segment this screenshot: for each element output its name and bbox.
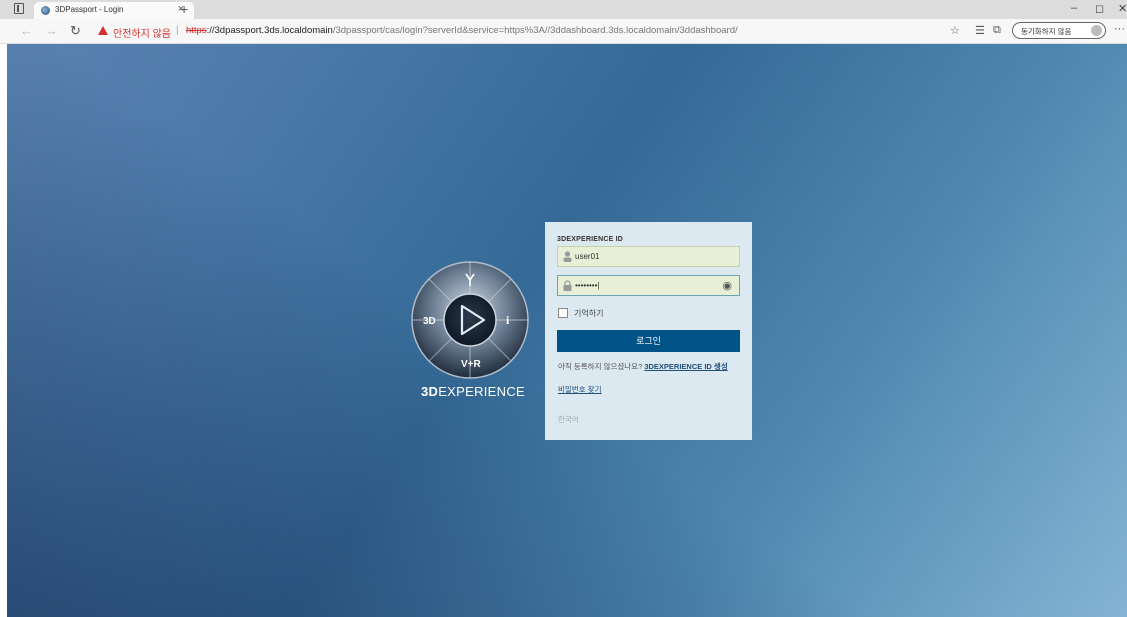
tab-title: 3DPassport - Login xyxy=(55,5,124,14)
favorites-add-icon[interactable]: ☆ xyxy=(950,24,960,37)
tab-actions-icon[interactable] xyxy=(14,3,24,14)
profile-sync-button[interactable]: 동기화하지 않음 xyxy=(1012,22,1106,39)
security-warning[interactable]: 안전하지 않음 xyxy=(113,25,171,40)
register-prompt: 아직 등록하지 않으셨나요? xyxy=(558,362,645,371)
url-host: ://3dpassport.3ds.localdomain xyxy=(206,25,333,36)
3dexperience-compass-icon: 3D i V+R xyxy=(411,261,529,379)
user-icon xyxy=(563,251,572,262)
minimize-button[interactable]: – xyxy=(1071,2,1077,14)
url-protocol: https xyxy=(186,25,207,36)
restore-button[interactable]: ◻ xyxy=(1095,2,1104,15)
lock-icon xyxy=(563,280,572,291)
remember-checkbox[interactable] xyxy=(558,308,568,318)
compass-3d-label: 3D xyxy=(423,316,436,327)
create-id-link[interactable]: 3DEXPERIENCE ID 생성 xyxy=(644,362,727,371)
wordmark-rest: EXPERIENCE xyxy=(438,384,526,399)
password-value: ••••••••| xyxy=(575,281,600,290)
password-field[interactable]: ••••••••| ◉ xyxy=(557,275,740,296)
forgot-password-link[interactable]: 비밀번호 찾기 xyxy=(558,384,601,395)
forward-icon[interactable]: → xyxy=(45,24,58,37)
login-button[interactable]: 로그인 xyxy=(557,330,740,352)
browser-tab[interactable]: 3DPassport - Login × xyxy=(34,2,194,19)
favorites-icon[interactable]: ☰ xyxy=(975,24,985,37)
3dexperience-wordmark: 3DEXPERIENCE xyxy=(413,384,533,399)
browser-tab-bar: 3DPassport - Login × + – ◻ ✕ xyxy=(0,0,1127,19)
username-field[interactable]: user01 xyxy=(557,246,740,267)
register-text: 아직 등록하지 않으셨나요? 3DEXPERIENCE ID 생성 xyxy=(558,361,746,372)
url-field[interactable]: https://3dpassport.3ds.localdomain/3dpas… xyxy=(186,25,738,36)
url-path: /3dpassport/cas/login?serverId&service=h… xyxy=(332,25,738,36)
close-window-button[interactable]: ✕ xyxy=(1118,2,1127,15)
warning-triangle-icon[interactable] xyxy=(98,26,108,35)
profile-avatar-icon xyxy=(1091,25,1102,36)
remember-label[interactable]: 기억하기 xyxy=(574,308,603,319)
address-separator: | xyxy=(176,25,179,36)
more-menu-icon[interactable]: ··· xyxy=(1114,23,1125,35)
address-bar: ← → ↻ 안전하지 않음 | https://3dpassport.3ds.l… xyxy=(0,19,1127,44)
id-label: 3DEXPERIENCE ID xyxy=(557,236,624,243)
username-value: user01 xyxy=(575,252,600,261)
new-tab-button[interactable]: + xyxy=(180,0,188,18)
back-icon[interactable]: ← xyxy=(20,24,33,37)
language-selector[interactable]: 한국어 xyxy=(558,414,579,425)
login-page: 3D i V+R 3DEXPERIENCE 3DEXPERIENCE ID us… xyxy=(7,44,1127,617)
wordmark-bold: 3D xyxy=(420,384,439,399)
profile-sync-label: 동기화하지 않음 xyxy=(1021,27,1072,36)
login-card: 3DEXPERIENCE ID user01 ••••••••| ◉ 기억하기 … xyxy=(545,222,752,440)
show-password-eye-icon[interactable]: ◉ xyxy=(722,279,732,292)
refresh-icon[interactable]: ↻ xyxy=(70,24,81,37)
3dpassport-favicon-icon xyxy=(41,6,50,15)
compass-vr-label: V+R xyxy=(461,359,482,370)
collections-icon[interactable]: ⧉ xyxy=(993,24,1001,37)
